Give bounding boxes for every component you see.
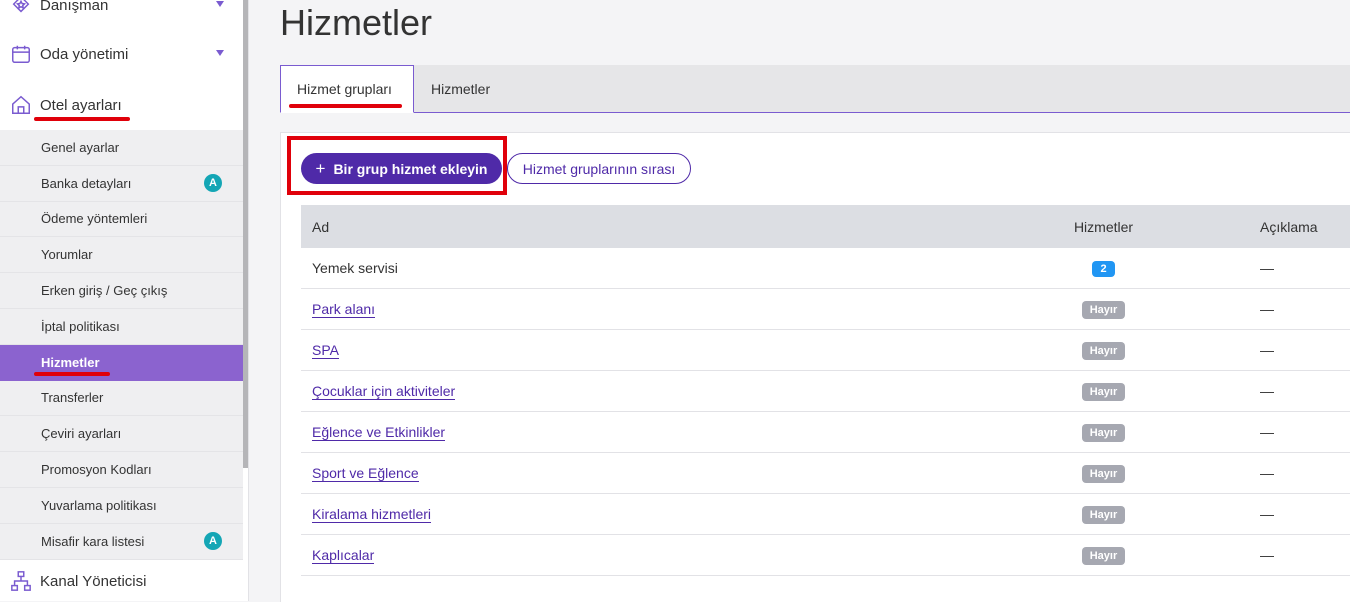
row-name-link[interactable]: Park alanı <box>312 301 376 318</box>
table-row: Kiralama hizmetleri Hayır — <box>301 494 1350 535</box>
sidebar-item-label: Yuvarlama politikası <box>41 497 157 513</box>
column-header-services: Hizmetler <box>1073 218 1134 235</box>
sidebar-item-promo-codes[interactable]: Promosyon Kodları <box>0 452 243 488</box>
sidebar-item-label: Çeviri ayarları <box>41 426 122 442</box>
sidebar-item-rounding[interactable]: Yuvarlama politikası <box>0 488 243 524</box>
row-description: — <box>1260 465 1274 481</box>
tab-label: Hizmet grupları <box>297 81 392 97</box>
hotel-settings-submenu: Genel ayarlar Banka detayları A Ödeme yön… <box>0 130 243 560</box>
page-title: Hizmetler <box>280 2 433 43</box>
row-description: — <box>1260 260 1274 276</box>
row-description: — <box>1260 383 1274 399</box>
column-header-description: Açıklama <box>1260 218 1318 235</box>
column-header-name: Ad <box>312 218 330 235</box>
content-panel: + Bir grup hizmet ekleyin Hizmet gruplar… <box>280 132 1350 602</box>
row-description: — <box>1260 547 1274 563</box>
nav-item-room-management[interactable]: Oda yönetimi <box>0 34 243 74</box>
sidebar-scrollbar[interactable] <box>243 0 248 468</box>
sidebar-item-label: Ödeme yöntemleri <box>41 211 148 227</box>
service-groups-table: Ad Hizmetler Açıklama Yemek servisi 2 — … <box>301 205 1350 576</box>
tab-services[interactable]: Hizmetler <box>415 65 506 113</box>
table-row: SPA Hayır — <box>301 330 1350 371</box>
sidebar-item-label: İptal politikası <box>41 318 120 334</box>
row-name-link[interactable]: Eğlence ve Etkinlikler <box>312 424 446 441</box>
row-description: — <box>1260 342 1274 358</box>
table-header: Ad Hizmetler Açıklama <box>301 205 1350 248</box>
sidebar-item-transfers[interactable]: Transferler <box>0 381 243 417</box>
sidebar-item-early-late[interactable]: Erken giriş / Geç çıkış <box>0 273 243 309</box>
sidebar-item-payment-methods[interactable]: Ödeme yöntemleri <box>0 202 243 238</box>
sidebar-item-label: Yorumlar <box>41 247 93 263</box>
highlight-underline <box>34 372 110 376</box>
table-row: Yemek servisi 2 — <box>301 248 1350 289</box>
row-description: — <box>1260 301 1274 317</box>
sidebar: Danışman Oda yönetimi Otel ayarları Gene… <box>0 0 249 601</box>
sidebar-item-label: Hizmetler <box>41 354 100 370</box>
nav-item-channel-manager[interactable]: Kanal Yöneticisi <box>0 561 243 601</box>
add-service-group-button[interactable]: + Bir grup hizmet ekleyin <box>301 153 502 184</box>
row-name: Yemek servisi <box>312 260 398 276</box>
nav-item-label: Kanal Yöneticisi <box>40 572 147 590</box>
calendar-icon <box>10 43 32 65</box>
table-row: Eğlence ve Etkinlikler Hayır — <box>301 412 1350 453</box>
sidebar-item-label: Banka detayları <box>41 175 132 191</box>
nav-item-label: Danışman <box>40 0 109 14</box>
sidebar-item-general-settings[interactable]: Genel ayarlar <box>0 130 243 166</box>
row-description: — <box>1260 424 1274 440</box>
highlight-underline <box>34 117 130 121</box>
sidebar-item-label: Genel ayarlar <box>41 139 120 155</box>
row-name-link[interactable]: Kiralama hizmetleri <box>312 506 432 523</box>
row-name-link[interactable]: Kaplıcalar <box>312 547 375 564</box>
status-badge: A <box>204 174 222 193</box>
button-label: Hizmet gruplarının sırası <box>522 160 676 177</box>
chevron-down-icon[interactable] <box>216 1 224 7</box>
no-services-badge: Hayır <box>1081 341 1126 360</box>
no-services-badge: Hayır <box>1081 382 1126 401</box>
row-name-link[interactable]: Sport ve Eğlence <box>312 465 419 482</box>
sidebar-item-guest-blacklist[interactable]: Misafir kara listesi A <box>0 524 243 560</box>
sitemap-icon <box>10 570 32 592</box>
nav-item-label: Oda yönetimi <box>40 45 129 63</box>
tab-label: Hizmetler <box>431 81 491 97</box>
highlight-underline <box>289 104 402 108</box>
sidebar-item-reviews[interactable]: Yorumlar <box>0 237 243 274</box>
no-services-badge: Hayır <box>1081 423 1126 442</box>
home-icon <box>10 94 32 116</box>
row-description: — <box>1260 506 1274 522</box>
sidebar-item-label: Erken giriş / Geç çıkış <box>41 283 168 299</box>
no-services-badge: Hayır <box>1081 546 1126 565</box>
button-label: Bir grup hizmet ekleyin <box>333 160 488 177</box>
shield-star-icon <box>10 0 32 16</box>
table-row: Çocuklar için aktiviteler Hayır — <box>301 371 1350 412</box>
sidebar-item-label: Misafir kara listesi <box>41 533 145 549</box>
nav-item-advisor[interactable]: Danışman <box>0 0 243 25</box>
sidebar-item-label: Promosyon Kodları <box>41 462 152 478</box>
table-row: Park alanı Hayır — <box>301 289 1350 330</box>
status-badge: A <box>204 532 222 551</box>
sidebar-item-translation[interactable]: Çeviri ayarları <box>0 416 243 453</box>
sidebar-item-bank-details[interactable]: Banka detayları A <box>0 166 243 202</box>
row-name-link[interactable]: SPA <box>312 342 339 359</box>
service-group-order-button[interactable]: Hizmet gruplarının sırası <box>507 153 691 184</box>
no-services-badge: Hayır <box>1081 464 1126 483</box>
no-services-badge: Hayır <box>1081 505 1126 524</box>
sidebar-item-cancellation[interactable]: İptal politikası <box>0 309 243 345</box>
service-count-badge: 2 <box>1092 261 1115 277</box>
chevron-down-icon[interactable] <box>216 50 224 56</box>
sidebar-item-label: Transferler <box>41 390 104 406</box>
table-row: Kaplıcalar Hayır — <box>301 535 1350 576</box>
tabs-bar: Hizmet grupları Hizmetler <box>280 65 1350 113</box>
plus-icon: + <box>315 158 326 178</box>
main-content: Hizmetler Hizmet grupları Hizmetler + Bi… <box>250 0 1350 602</box>
no-services-badge: Hayır <box>1081 300 1126 319</box>
nav-item-label: Otel ayarları <box>40 96 122 114</box>
table-row: Sport ve Eğlence Hayır — <box>301 453 1350 494</box>
row-name-link[interactable]: Çocuklar için aktiviteler <box>312 383 456 400</box>
